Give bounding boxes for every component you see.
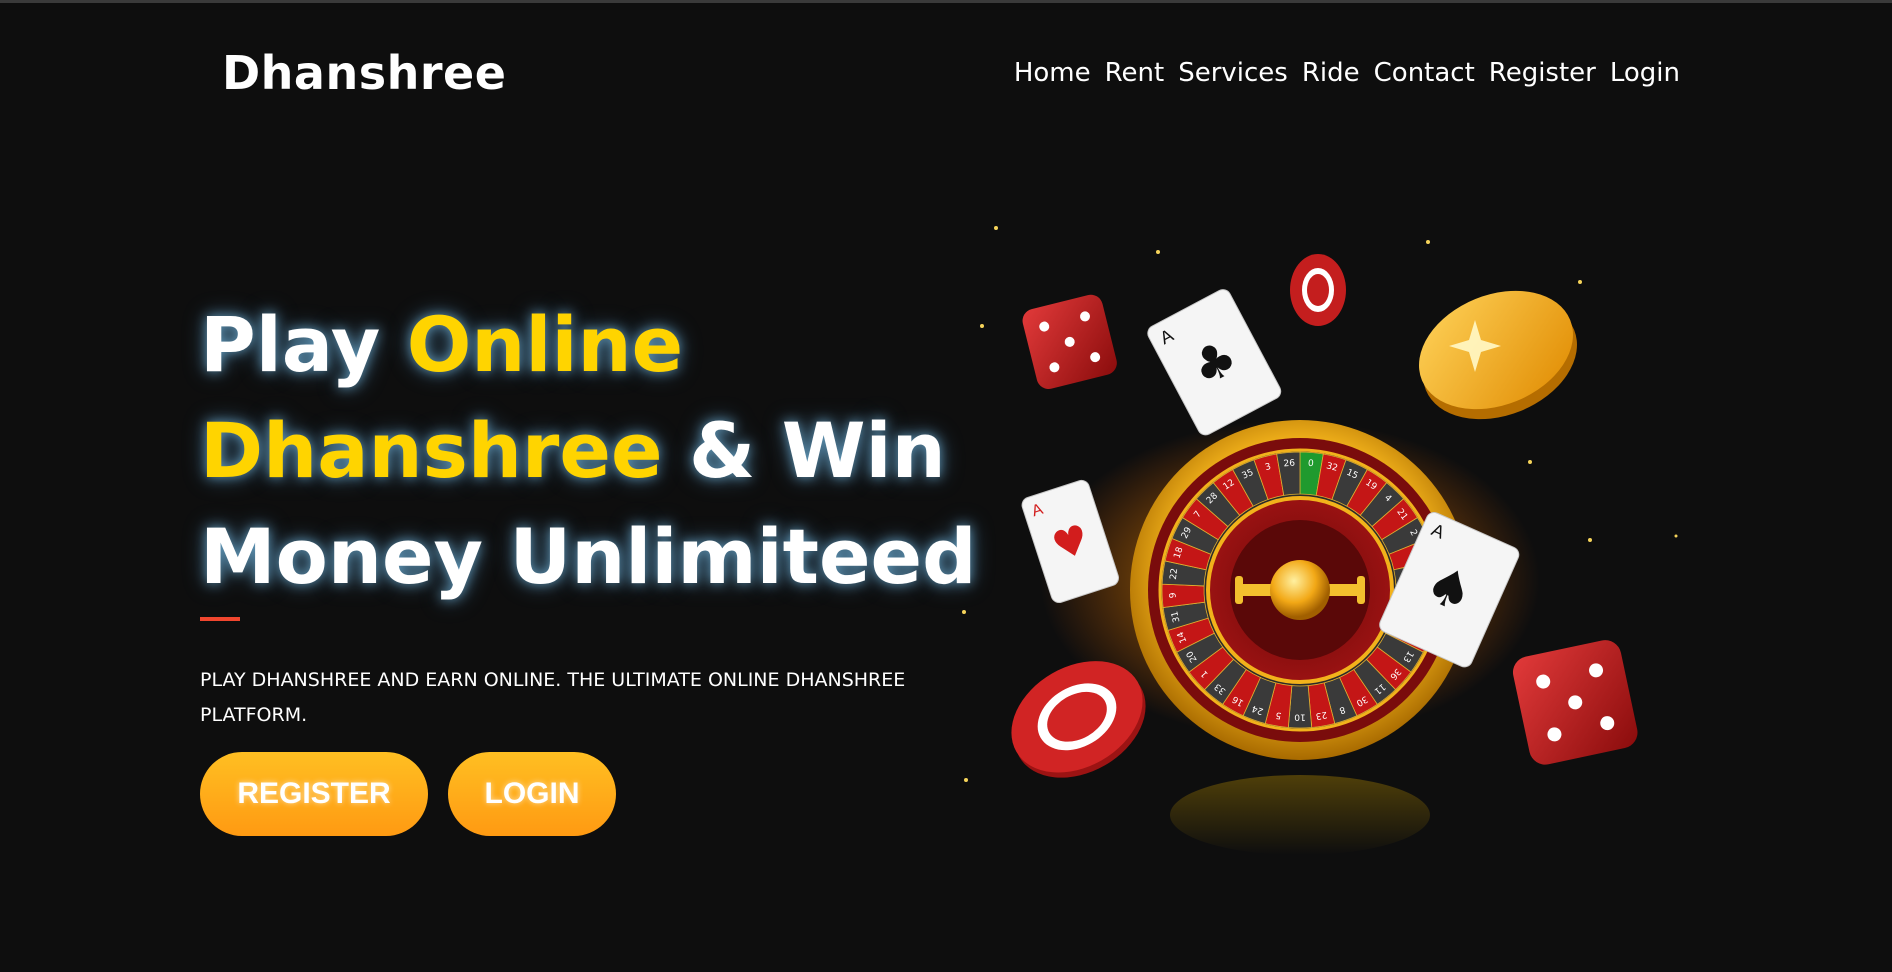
top-border — [0, 0, 1892, 3]
red-dice — [1512, 640, 1638, 765]
poker-chip — [1290, 254, 1346, 326]
hero-title-highlight: Dhanshree — [200, 406, 663, 495]
casino-illustration: 0321519421225173462713361130823105241633… — [962, 226, 1678, 855]
hero-title: Play Online Dhanshree & Win Money Unlimi… — [200, 292, 976, 610]
roulette-number: 0 — [1307, 459, 1314, 469]
roulette-number: 10 — [1294, 712, 1306, 722]
nav-home[interactable]: Home — [1014, 58, 1091, 88]
roulette-number: 9 — [1168, 592, 1178, 598]
playing-card-clubs: A ♣ — [1147, 289, 1282, 436]
hero-title-part: Money Unlimiteed — [200, 512, 977, 601]
roulette-number: 26 — [1283, 458, 1296, 469]
nav-register[interactable]: Register — [1489, 58, 1596, 88]
main-nav: Home Rent Services Ride Contact Register… — [1014, 58, 1680, 88]
hero-title-part: Play — [200, 300, 407, 389]
roulette-number: 23 — [1315, 709, 1328, 721]
roulette-number: 22 — [1169, 568, 1180, 581]
nav-ride[interactable]: Ride — [1302, 58, 1360, 88]
brand-logo[interactable]: Dhanshree — [222, 46, 506, 100]
page: Dhanshree Home Rent Services Ride Contac… — [0, 0, 1892, 972]
nav-contact[interactable]: Contact — [1374, 58, 1475, 88]
wheel-reflection — [1170, 775, 1430, 855]
nav-login[interactable]: Login — [1610, 58, 1680, 88]
accent-divider — [200, 617, 240, 621]
hero-description: PLAY DHANSHREE AND EARN ONLINE. THE ULTI… — [200, 669, 906, 726]
gold-coin — [1419, 290, 1577, 420]
nav-services[interactable]: Services — [1178, 58, 1288, 88]
login-button[interactable]: LOGIN — [448, 752, 616, 836]
hero-title-highlight: Online — [406, 300, 684, 389]
hero-title-part: & Win — [662, 406, 946, 495]
red-dice — [1022, 294, 1117, 390]
nav-rent[interactable]: Rent — [1105, 58, 1165, 88]
register-button[interactable]: REGISTER — [200, 752, 428, 836]
